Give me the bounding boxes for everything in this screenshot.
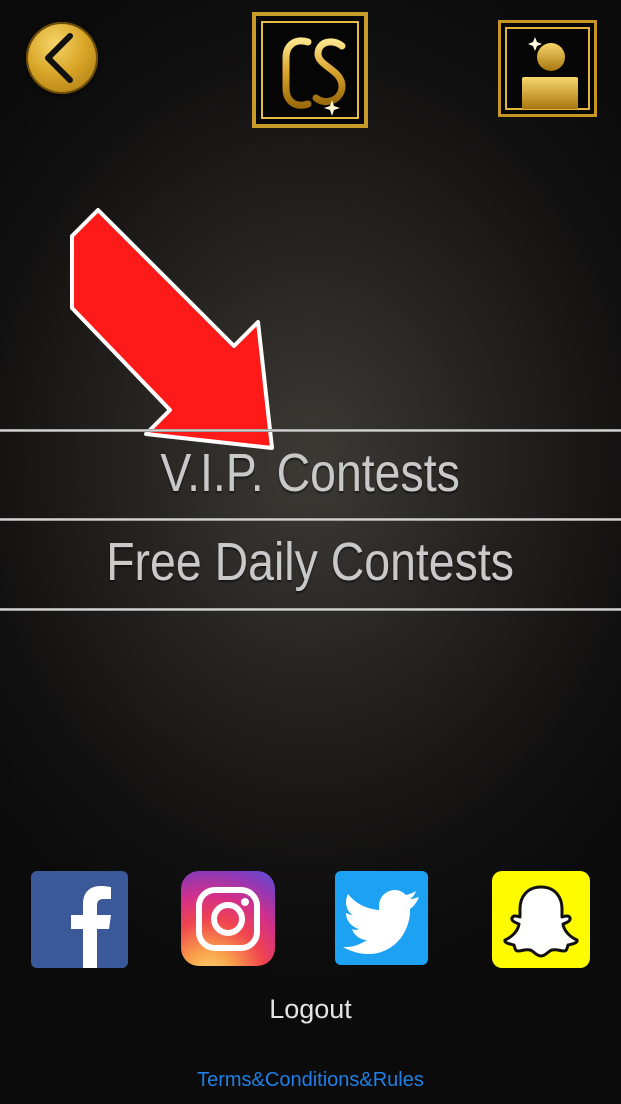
terms-link[interactable]: Terms&Conditions&Rules	[0, 1069, 621, 1092]
menu-divider	[0, 518, 621, 521]
menu-item-vip-contests[interactable]: V.I.P. Contests	[0, 442, 621, 504]
snapchat-button[interactable]	[492, 871, 590, 968]
facebook-icon	[71, 886, 111, 968]
logout-button[interactable]: Logout	[0, 994, 621, 1025]
snapchat-icon	[503, 885, 579, 958]
menu-item-label: Free Daily Contests	[106, 532, 515, 592]
facebook-button[interactable]	[31, 871, 128, 968]
instagram-icon	[196, 887, 260, 951]
menu-item-free-daily-contests[interactable]: Free Daily Contests	[0, 531, 621, 593]
twitter-button[interactable]	[335, 871, 428, 965]
user-icon	[522, 37, 578, 109]
chevron-left-icon	[45, 33, 73, 83]
menu-item-label: V.I.P. Contests	[160, 443, 461, 503]
cs-logo-icon	[282, 37, 346, 116]
profile-button[interactable]	[498, 20, 597, 117]
instagram-button[interactable]	[181, 871, 275, 966]
app-logo	[252, 12, 368, 128]
menu-divider	[0, 429, 621, 432]
back-button[interactable]	[26, 22, 98, 94]
menu-divider	[0, 608, 621, 611]
twitter-icon	[343, 890, 419, 954]
